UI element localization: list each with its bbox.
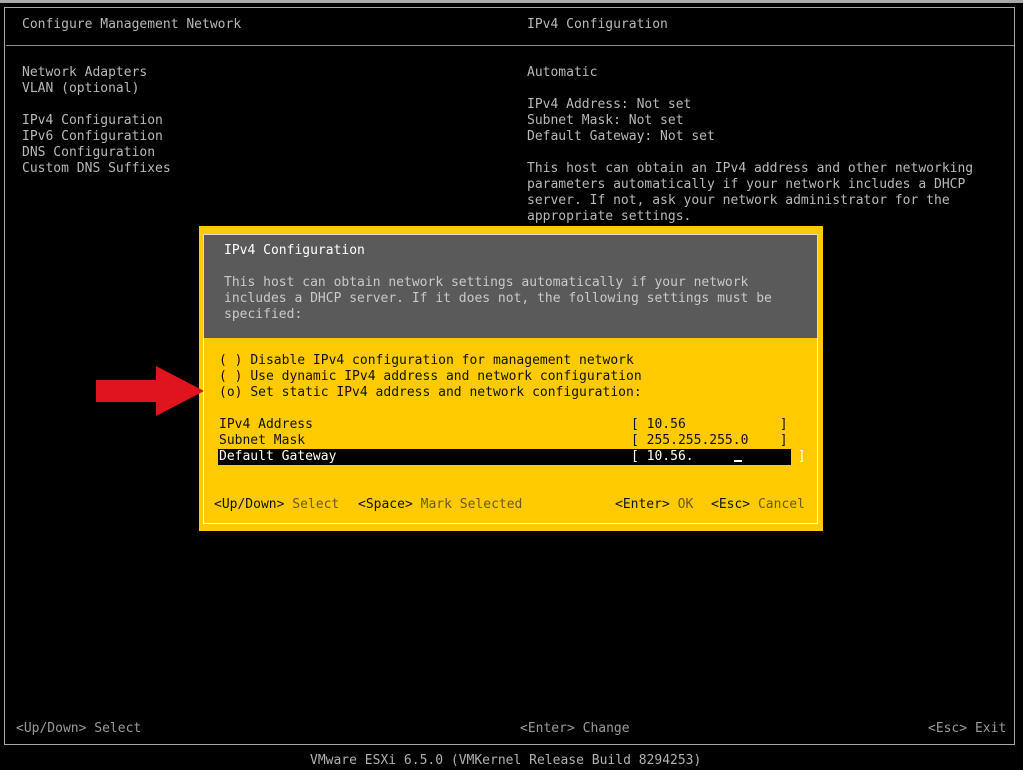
detail-description-line: appropriate settings. — [527, 209, 692, 224]
ipv4-config-dialog: IPv4 Configuration This host can obtain … — [199, 226, 823, 531]
dialog-title: IPv4 Configuration — [224, 243, 365, 258]
subnet-mask-field[interactable]: [ 255.255.255.0 ] — [631, 433, 788, 449]
footer-esc-exit: <Esc> Exit — [928, 721, 1007, 736]
dialog-key-updown: <Up/Down> Select — [214, 497, 339, 513]
cancel-hint: Cancel — [757, 497, 805, 512]
key-space[interactable]: <Space> — [358, 497, 413, 512]
option-disable-ipv4[interactable]: ( ) Disable IPv4 configuration for manag… — [219, 353, 634, 369]
default-gateway-label: Default Gateway — [219, 449, 337, 464]
screen-top-border — [0, 0, 1023, 3]
menu-item-vlan[interactable]: VLAN (optional) — [22, 81, 171, 97]
ipv4-address-field[interactable]: [ 10.56 ] — [631, 417, 788, 433]
menu-item-dns-suffixes[interactable]: Custom DNS Suffixes — [22, 161, 171, 177]
option-label: Disable IPv4 configuration for managemen… — [250, 353, 634, 368]
dialog-key-esc: <Esc> Cancel — [711, 497, 805, 513]
ok-button[interactable]: <Enter> — [615, 497, 670, 512]
default-gateway-value[interactable]: [ 10.56. — [631, 449, 694, 464]
radio-marker[interactable]: ( ) — [219, 369, 242, 384]
menu-item-ipv4[interactable]: IPv4 Configuration — [22, 113, 171, 129]
field-bracket-end: ] — [797, 449, 806, 464]
ipv4-address-status: IPv4 Address: Not set — [527, 97, 692, 112]
radio-marker[interactable]: (o) — [219, 385, 242, 400]
subnet-mask-label: Subnet Mask — [219, 433, 306, 448]
dialog-key-space: <Space> Mark Selected — [358, 497, 522, 513]
ipv4-mode: Automatic — [527, 65, 598, 80]
version-banner: VMware ESXi 6.5.0 (VMKernel Release Buil… — [310, 753, 702, 768]
ipv4-address-label: IPv4 Address — [219, 417, 313, 432]
red-arrow-icon — [96, 366, 204, 416]
option-label: Set static IPv4 address and network conf… — [250, 385, 642, 400]
dialog-header: IPv4 Configuration This host can obtain … — [203, 234, 818, 338]
key-updown[interactable]: <Up/Down> — [214, 497, 284, 512]
detail-description-line: server. If not, ask your network adminis… — [527, 193, 950, 208]
detail-description-line: parameters automatically if your network… — [527, 177, 966, 192]
key-updown-hint: Select — [292, 497, 340, 512]
header-divider — [6, 45, 1014, 46]
menu-item-network-adapters[interactable]: Network Adapters — [22, 65, 171, 81]
key-space-hint: Mark Selected — [420, 497, 523, 512]
detail-title: IPv4 Configuration — [527, 17, 668, 32]
ok-hint: OK — [677, 497, 694, 512]
cancel-button[interactable]: <Esc> — [711, 497, 750, 512]
footer-enter-change: <Enter> Change — [520, 721, 630, 736]
page-title: Configure Management Network — [22, 17, 242, 32]
dialog-description-line: This host can obtain network settings au… — [224, 275, 749, 290]
dialog-description-line: specified: — [224, 307, 303, 322]
option-dynamic-ipv4[interactable]: ( ) Use dynamic IPv4 address and network… — [219, 369, 642, 385]
dialog-key-enter: <Enter> OK — [615, 497, 693, 513]
option-static-ipv4[interactable]: (o) Set static IPv4 address and network … — [219, 385, 642, 401]
radio-marker[interactable]: ( ) — [219, 353, 242, 368]
default-gateway-field[interactable]: [ 10.56.] — [631, 449, 805, 465]
footer-updown-select: <Up/Down> Select — [16, 721, 142, 736]
option-label: Use dynamic IPv4 address and network con… — [250, 369, 642, 384]
dialog-description: This host can obtain network settings au… — [224, 275, 809, 323]
menu-item-dns[interactable]: DNS Configuration — [22, 145, 171, 161]
dialog-description-line: includes a DHCP server. If it does not, … — [224, 291, 772, 306]
menu-item-ipv6[interactable]: IPv6 Configuration — [22, 129, 171, 145]
detail-description-line: This host can obtain an IPv4 address and… — [527, 161, 974, 176]
detail-panel: Automatic IPv4 Address: Not set Subnet M… — [527, 65, 1007, 225]
config-menu: Network Adapters VLAN (optional) IPv4 Co… — [22, 65, 171, 177]
text-cursor — [733, 449, 742, 462]
subnet-mask-status: Subnet Mask: Not set — [527, 113, 684, 128]
default-gateway-status: Default Gateway: Not set — [527, 129, 715, 144]
